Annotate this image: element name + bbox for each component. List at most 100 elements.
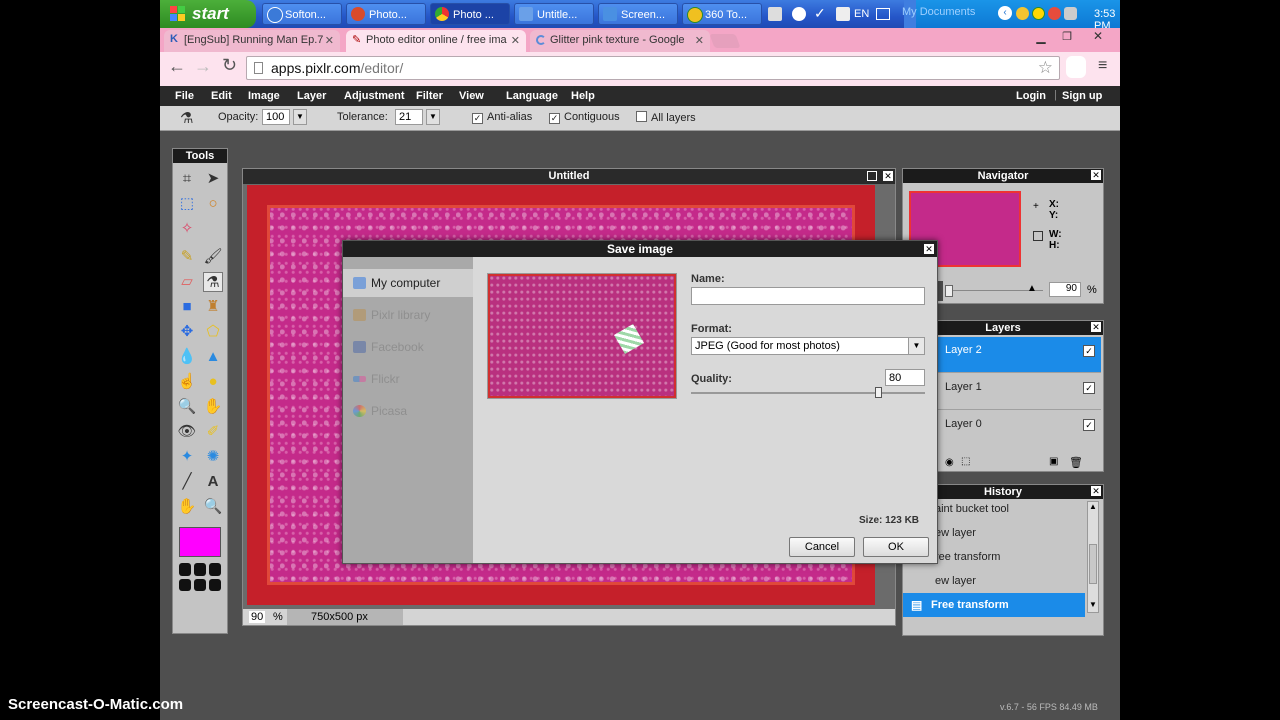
taskbar-button-photo[interactable]: Photo...: [346, 3, 426, 25]
restore-button[interactable]: ❐: [1056, 30, 1078, 44]
quicklaunch-icon[interactable]: [768, 7, 782, 21]
close-icon[interactable]: ✕: [924, 244, 934, 254]
destination-my-computer[interactable]: My computer: [343, 269, 473, 297]
lasso-tool-icon[interactable]: ○: [203, 194, 223, 214]
bloat-tool-icon[interactable]: ✦: [177, 447, 197, 467]
scroll-up-icon[interactable]: ▲: [1089, 502, 1097, 511]
scroll-thumb[interactable]: [1089, 544, 1097, 584]
menu-icon[interactable]: ≡: [1098, 57, 1107, 75]
zoom-slider-handle[interactable]: [945, 285, 953, 297]
volume-icon[interactable]: [1064, 7, 1077, 20]
close-icon[interactable]: ✕: [883, 171, 893, 181]
login-link[interactable]: Login: [1016, 90, 1046, 102]
filename-input[interactable]: [691, 287, 925, 305]
quality-slider-handle[interactable]: [875, 387, 883, 398]
maximize-icon[interactable]: [867, 171, 877, 181]
minimize-button[interactable]: ▁: [1030, 30, 1052, 44]
visibility-checkbox[interactable]: ✓: [1083, 382, 1095, 394]
menu-image[interactable]: Image: [248, 90, 280, 102]
chevron-left-icon[interactable]: ‹: [998, 6, 1012, 20]
signup-link[interactable]: Sign up: [1062, 90, 1102, 102]
dodge-tool-icon[interactable]: 🔍: [177, 397, 197, 417]
close-icon[interactable]: ✕: [695, 34, 704, 47]
crop-tool-icon[interactable]: ⌗: [177, 169, 197, 189]
url-bar[interactable]: apps.pixlr.com/editor/ ☆: [246, 56, 1060, 80]
browser-tab-glitter[interactable]: Glitter pink texture - Google ✕: [530, 30, 710, 52]
close-icon[interactable]: ✕: [325, 34, 334, 47]
keyboard-icon[interactable]: [876, 8, 890, 20]
forward-arrow-icon[interactable]: →: [194, 56, 212, 77]
browser-tab-pixlr[interactable]: ✎ Photo editor online / free ima ✕: [346, 30, 526, 52]
taskbar-button-360[interactable]: 360 To...: [682, 3, 762, 25]
tolerance-input[interactable]: 21: [395, 109, 423, 125]
hello-kitty-extension-icon[interactable]: [1066, 56, 1086, 78]
close-icon[interactable]: ✕: [1091, 170, 1101, 180]
tray-icon-3[interactable]: [1048, 7, 1061, 20]
tolerance-dropdown-button[interactable]: ▼: [426, 109, 440, 125]
eraser-tool-icon[interactable]: ▱: [177, 272, 197, 292]
marquee-tool-icon[interactable]: ⬚: [177, 194, 197, 214]
format-select[interactable]: JPEG (Good for most photos) ▼: [691, 337, 925, 355]
drawing-tool-icon[interactable]: ⬠: [203, 322, 223, 342]
close-icon[interactable]: ✕: [1091, 486, 1101, 496]
taskbar-button-chrome[interactable]: Photo ...: [430, 3, 510, 25]
destination-facebook[interactable]: Facebook: [343, 333, 473, 361]
delete-layer-icon[interactable]: 🗑: [1069, 456, 1083, 469]
clone-stamp-tool-icon[interactable]: ♜: [203, 297, 223, 317]
history-scrollbar[interactable]: ▲ ▼: [1087, 501, 1099, 613]
history-item[interactable]: ▤ Free transform: [903, 593, 1085, 617]
sponge-tool-icon[interactable]: ●: [203, 372, 223, 392]
chevron-down-icon[interactable]: ▼: [908, 338, 924, 354]
type-tool-icon[interactable]: A: [203, 472, 223, 492]
close-icon[interactable]: ✕: [1091, 322, 1101, 332]
menu-language[interactable]: Language: [506, 90, 558, 102]
pinch-tool-icon[interactable]: ✺: [203, 447, 223, 467]
visibility-checkbox[interactable]: ✓: [1083, 345, 1095, 357]
navigator-zoom-input[interactable]: 90: [1049, 282, 1081, 297]
smudge-tool-icon[interactable]: ☝: [177, 372, 197, 392]
menu-adjustment[interactable]: Adjustment: [344, 90, 405, 102]
hand-tool-icon[interactable]: ✋: [177, 497, 197, 517]
visibility-checkbox[interactable]: ✓: [1083, 419, 1095, 431]
start-button[interactable]: start: [160, 0, 256, 28]
app-icon[interactable]: [836, 7, 850, 21]
cancel-button[interactable]: Cancel: [789, 537, 855, 557]
my-documents-label[interactable]: My Documents: [902, 6, 975, 18]
language-indicator[interactable]: EN: [854, 8, 869, 20]
ok-button[interactable]: OK: [863, 537, 929, 557]
tray-icon-2[interactable]: [1032, 7, 1045, 20]
gradient-tool-icon[interactable]: ■: [177, 297, 197, 317]
menu-edit[interactable]: Edit: [211, 90, 232, 102]
layer-mask-icon[interactable]: ⬚: [961, 456, 970, 467]
all-layers-checkbox[interactable]: All layers: [636, 111, 696, 124]
back-arrow-icon[interactable]: ←: [168, 56, 186, 77]
pencil-tool-icon[interactable]: ✎: [177, 247, 197, 267]
antialias-checkbox[interactable]: ✓ Anti-alias: [472, 111, 532, 124]
opacity-dropdown-button[interactable]: ▼: [293, 109, 307, 125]
color-grid-icon[interactable]: [179, 563, 221, 591]
destination-flickr[interactable]: Flickr: [343, 365, 473, 393]
tray-icon-1[interactable]: [1016, 7, 1029, 20]
taskbar-button-screen[interactable]: Screen...: [598, 3, 678, 25]
paint-bucket-tool-icon[interactable]: ⚗: [203, 272, 223, 292]
menu-view[interactable]: View: [459, 90, 484, 102]
zoom-tool-icon[interactable]: 🔍: [203, 497, 223, 517]
opacity-input[interactable]: 100: [262, 109, 290, 125]
new-layer-icon[interactable]: ▣: [1049, 456, 1058, 467]
canvas-zoom-value[interactable]: 90: [249, 611, 266, 623]
sharpen-tool-icon[interactable]: ▲: [203, 347, 223, 367]
taskbar-button-untitled[interactable]: Untitle...: [514, 3, 594, 25]
reload-icon[interactable]: ↻: [222, 55, 237, 76]
blur-tool-icon[interactable]: 💧: [177, 347, 197, 367]
window-close-button[interactable]: ✕: [1084, 29, 1112, 45]
primary-color-swatch[interactable]: [179, 527, 221, 557]
contiguous-checkbox[interactable]: ✓ Contiguous: [549, 111, 620, 124]
checkmark-icon[interactable]: ✓: [814, 5, 826, 22]
new-tab-button[interactable]: [709, 34, 741, 48]
menu-file[interactable]: File: [175, 90, 194, 102]
brush-tool-icon[interactable]: 🖌: [203, 247, 223, 267]
media-icon[interactable]: [792, 7, 806, 21]
color-picker-tool-icon[interactable]: ╱: [177, 472, 197, 492]
taskbar-button-softonic[interactable]: Softon...: [262, 3, 342, 25]
destination-pixlr-library[interactable]: Pixlr library: [343, 301, 473, 329]
